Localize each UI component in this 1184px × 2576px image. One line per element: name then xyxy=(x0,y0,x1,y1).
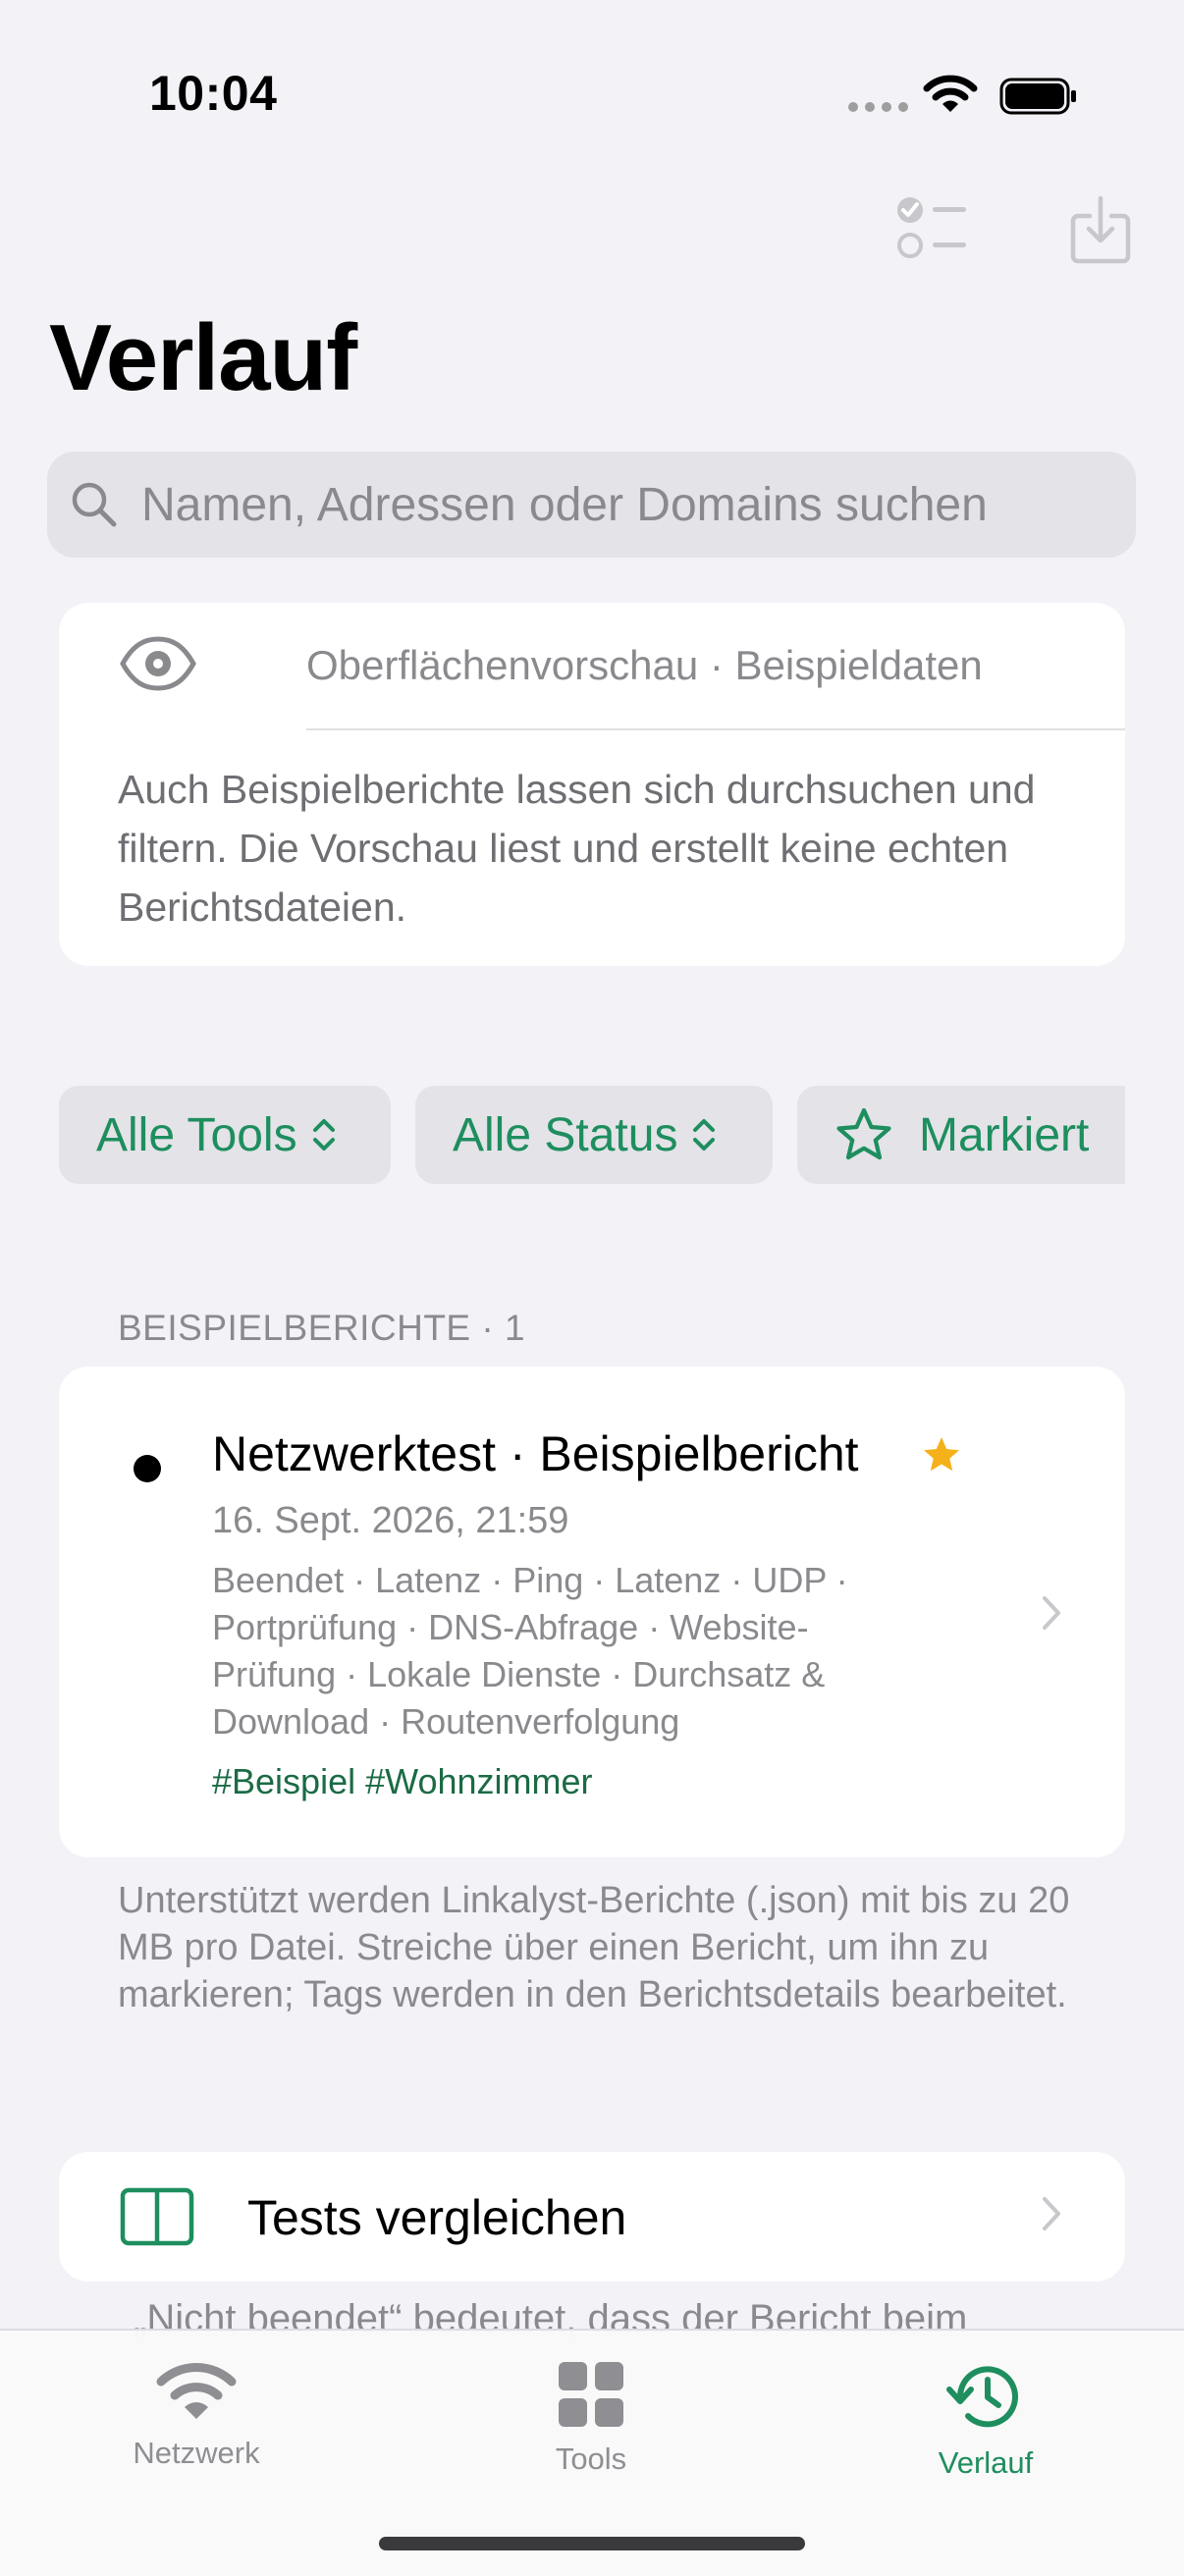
filter-status-button[interactable]: Alle Status xyxy=(415,1086,773,1184)
report-hashtags: #Beispiel #Wohnzimmer xyxy=(212,1761,593,1801)
filter-starred-button[interactable]: Markiert xyxy=(797,1086,1125,1184)
report-row[interactable]: Netzwerktest · Beispielbericht 16. Sept.… xyxy=(59,1367,1125,1857)
chevron-right-icon xyxy=(1043,1596,1060,1630)
checklist-icon[interactable] xyxy=(893,192,968,261)
cellular-icon xyxy=(848,102,908,112)
status-dot xyxy=(134,1455,161,1482)
tab-verlauf[interactable]: Verlauf xyxy=(868,2360,1103,2481)
star-outline-icon xyxy=(836,1107,891,1160)
status-time: 10:04 xyxy=(149,66,278,121)
filter-status-label: Alle Status xyxy=(453,1108,678,1161)
preview-notice-card: Oberflächenvorschau · Beispieldaten Auch… xyxy=(59,603,1125,966)
page-title: Verlauf xyxy=(49,305,357,410)
footnote-text: Unterstützt werden Linkalyst-Berichte (.… xyxy=(118,1880,1070,2015)
wifi-icon xyxy=(156,2363,237,2419)
tab-label: Verlauf xyxy=(938,2445,1034,2480)
compare-label: Tests vergleichen xyxy=(247,2190,627,2245)
tab-label: Tools xyxy=(555,2442,627,2476)
search-field[interactable]: Namen, Adressen oder Domains suchen xyxy=(47,452,1136,558)
home-indicator xyxy=(379,2537,805,2550)
report-date: 16. Sept. 2026, 21:59 xyxy=(212,1500,569,1541)
search-icon xyxy=(72,482,117,527)
chevron-updown-icon xyxy=(312,1119,335,1151)
filter-tools-button[interactable]: Alle Tools xyxy=(59,1086,391,1184)
filter-tools-label: Alle Tools xyxy=(96,1108,297,1161)
star-filled-icon xyxy=(924,1437,959,1472)
search-placeholder: Namen, Adressen oder Domains suchen xyxy=(141,478,988,531)
summary-line: Beendet · Latenz · Ping · Latenz · UDP · xyxy=(212,1560,848,1600)
tab-netzwerk[interactable]: Netzwerk xyxy=(79,2360,314,2471)
summary-line: Portprüfung · DNS-Abfrage · Website- xyxy=(212,1607,809,1647)
eye-icon xyxy=(120,636,196,691)
tab-tools[interactable]: Tools xyxy=(473,2360,709,2477)
report-title: Netzwerktest · Beispielbericht xyxy=(212,1426,859,1481)
tab-label: Netzwerk xyxy=(133,2436,260,2470)
chevron-updown-icon xyxy=(693,1119,716,1151)
summary-line: Prüfung · Lokale Dienste · Durchsatz & xyxy=(212,1654,826,1694)
chevron-right-icon xyxy=(1043,2197,1060,2230)
grid-icon xyxy=(559,2362,623,2427)
preview-heading: Oberflächenvorschau · Beispieldaten xyxy=(306,642,983,688)
filter-starred-label: Markiert xyxy=(919,1108,1090,1161)
compare-tests-row[interactable]: Tests vergleichen xyxy=(59,2152,1125,2281)
tray-download-icon[interactable] xyxy=(1070,194,1131,265)
preview-description: Auch Beispielberichte lassen sich durchs… xyxy=(118,767,1036,930)
report-summary: Beendet · Latenz · Ping · Latenz · UDP ·… xyxy=(212,1557,899,1745)
battery-icon xyxy=(999,78,1076,115)
wifi-status-icon xyxy=(923,75,978,112)
split-view-icon xyxy=(120,2187,194,2246)
history-clock-icon xyxy=(946,2366,1018,2428)
summary-line: Download · Routenverfolgung xyxy=(212,1701,680,1742)
divider xyxy=(306,728,1125,730)
section-header: BEISPIELBERICHTE · 1 xyxy=(118,1308,526,1348)
